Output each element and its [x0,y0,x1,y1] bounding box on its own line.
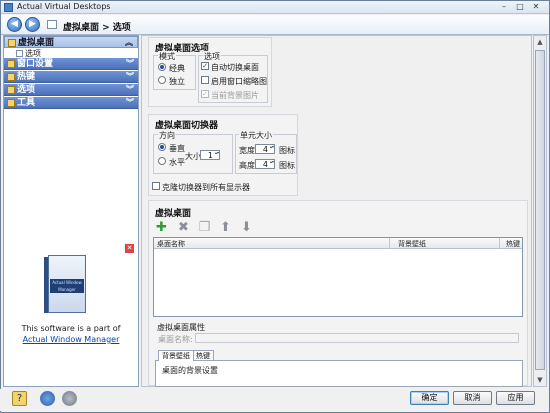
promo-text: This software is a part of [21,324,121,333]
mode-classic-radio[interactable] [158,63,166,71]
minimize-button[interactable]: – [497,2,511,12]
mode-classic-label: 经典 [169,64,185,73]
clone-switcher-checkbox[interactable] [152,182,160,190]
sidebar-item-label: 选项 [25,49,41,58]
tab-panel: 桌面的背景设置 [155,360,523,387]
vertical-label: 垂直 [169,144,185,153]
vertical-scrollbar[interactable]: ▲ ▼ [533,35,547,387]
sidebar-group-options[interactable]: 选项 ︾ [4,84,138,96]
delete-desktop-icon[interactable]: ✖ [177,221,190,234]
options-icon [16,50,23,57]
chevron-down-icon: ︾ [126,98,134,107]
title-bar: Actual Virtual Desktops – □ ✕ [1,1,549,14]
undo-icon[interactable] [40,391,55,406]
sidebar-group-hotkeys[interactable]: 热键 ︾ [4,71,138,83]
forward-button[interactable]: ▶ [25,17,40,32]
page-icon [47,20,57,29]
close-button[interactable]: ✕ [529,2,543,12]
enable-thumbs-label: 启用窗口缩略图 [211,77,267,86]
chevron-down-icon: ︾ [126,72,134,81]
height-label: 高度 [239,161,255,170]
cancel-button[interactable]: 取消 [453,391,492,405]
add-desktop-icon[interactable]: ✚ [155,221,168,234]
show-bg-checkbox[interactable]: ✓ [201,90,209,98]
size-stepper[interactable]: 1 [200,150,220,160]
help-icon[interactable]: ? [12,391,27,406]
desktops-title: 虚拟桌面 [155,209,192,219]
size-label: 大小 [185,152,201,161]
sidebar-group-virtual-desktops[interactable]: 虚拟桌面 ︽ [4,36,138,48]
breadcrumb: 虚拟桌面 > 选项 [63,23,131,33]
vertical-radio[interactable] [158,143,166,151]
column-header-wallpaper[interactable]: 背景壁纸 [398,239,426,249]
window-icon [7,60,15,68]
scroll-down-icon[interactable]: ▼ [534,374,546,386]
back-button[interactable]: ◀ [7,17,22,32]
enable-thumbs-checkbox[interactable] [201,76,209,84]
width-unit: 图标 [279,146,295,155]
options-icon [7,86,15,94]
sidebar-group-label: 热键 [17,72,36,82]
sidebar: 虚拟桌面 ︽ 选项 窗口设置 ︾ 热键 ︾ 选项 ︾ 工具 ︾ ✕ Actual… [3,35,139,387]
auto-switch-label: 自动切换桌面 [211,63,259,72]
cell-size-label: 单元大小 [239,130,273,141]
ok-button[interactable]: 确定 [410,391,449,405]
clone-switcher-label: 克隆切换器到所有显示器 [162,183,250,192]
chevron-up-icon: ︽ [125,38,133,47]
scroll-up-icon[interactable]: ▲ [534,36,546,48]
column-header-name[interactable]: 桌面名称 [157,239,185,249]
app-icon [4,3,13,12]
nav-bar: ◀ ▶ 虚拟桌面 > 选项 [1,15,549,35]
tab-wallpaper[interactable]: 背景壁纸 [158,350,194,361]
box-label: Actual Window Manager [50,279,84,293]
list-header: 桌面名称 背景壁纸 热键 [154,238,522,249]
horizontal-radio[interactable] [158,157,166,165]
column-header-hotkey[interactable]: 热键 [506,239,520,249]
sidebar-group-label: 虚拟桌面 [18,38,55,48]
mode-independent-radio[interactable] [158,76,166,84]
sidebar-group-label: 选项 [17,85,36,95]
redo-icon[interactable] [62,391,77,406]
maximize-button[interactable]: □ [513,2,527,12]
desktop-name-label: 桌面名称: [158,335,193,344]
move-down-icon[interactable]: ⬇ [240,221,253,234]
desktop-name-input[interactable] [195,333,519,343]
desktop-icon [8,39,16,47]
desktop-props-label: 虚拟桌面属性 [157,323,205,332]
move-up-icon[interactable]: ⬆ [219,221,232,234]
window-title: Actual Virtual Desktops [17,2,111,11]
height-unit: 图标 [279,161,295,170]
width-label: 宽度 [239,146,255,155]
horizontal-label: 水平 [169,158,185,167]
height-stepper[interactable]: 4 [255,159,275,169]
close-ad-icon[interactable]: ✕ [125,244,134,253]
scroll-thumb[interactable] [535,50,545,370]
apply-button[interactable]: 应用 [496,391,535,405]
chevron-down-icon: ︾ [126,59,134,68]
auto-switch-checkbox[interactable]: ✓ [201,62,209,70]
direction-label: 方向 [158,130,176,141]
keyboard-icon [7,73,15,81]
bg-settings-label: 桌面的背景设置 [162,366,218,375]
chevron-down-icon: ︾ [126,85,134,94]
product-box-image: Actual Window Manager [44,253,92,315]
sidebar-group-label: 工具 [17,98,36,108]
tools-icon [7,99,15,107]
promo-link[interactable]: Actual Window Manager [4,335,138,344]
show-bg-label: 当前背景图片 [211,91,259,100]
width-stepper[interactable]: 4 [255,144,275,154]
mode-label: 模式 [158,51,176,62]
options-group-label: 选项 [203,51,221,62]
mode-independent-label: 独立 [169,77,185,86]
sidebar-group-tools[interactable]: 工具 ︾ [4,97,138,109]
sidebar-group-label: 窗口设置 [17,59,54,69]
copy-desktop-icon[interactable]: ❐ [198,221,211,234]
sidebar-group-window-settings[interactable]: 窗口设置 ︾ [4,58,138,70]
desktops-list[interactable]: 桌面名称 背景壁纸 热键 [153,237,523,317]
